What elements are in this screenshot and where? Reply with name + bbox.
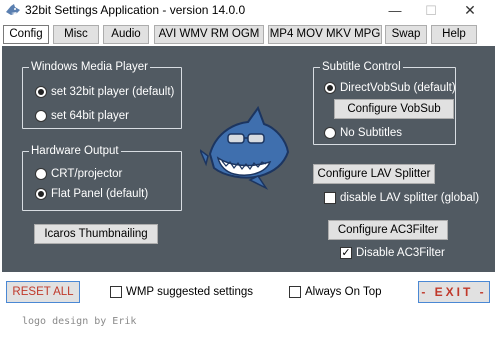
tab-config[interactable]: Config xyxy=(3,25,49,44)
disable-lav-splitter-box[interactable] xyxy=(324,192,336,204)
disable-lav-splitter-checkbox[interactable]: disable LAV splitter (global) xyxy=(324,190,479,206)
tab-avi-wmv-rm-ogm[interactable]: AVI WMV RM OGM xyxy=(154,25,264,44)
minimize-button[interactable]: — xyxy=(378,0,412,22)
tab-misc[interactable]: Misc xyxy=(53,25,99,44)
radio-crt-indicator[interactable] xyxy=(35,168,47,180)
radio-64bit-label: set 64bit player xyxy=(51,110,129,122)
radio-64bit-player[interactable]: set 64bit player xyxy=(35,108,129,124)
tab-mp4-mov-mkv-mpg[interactable]: MP4 MOV MKV MPG xyxy=(268,25,382,44)
radio-flat-panel-label: Flat Panel (default) xyxy=(51,188,149,200)
close-button[interactable]: ✕ xyxy=(453,0,487,22)
radio-crt-projector[interactable]: CRT/projector xyxy=(35,166,122,182)
subtitle-control-group: Subtitle Control DirectVobSub (default) … xyxy=(313,60,456,145)
reset-all-button[interactable]: RESET ALL xyxy=(6,281,80,303)
hardware-output-legend: Hardware Output xyxy=(29,144,121,158)
tab-strip: Config Misc Audio AVI WMV RM OGM MP4 MOV… xyxy=(0,22,497,46)
tab-swap[interactable]: Swap xyxy=(385,25,427,44)
shark-app-icon xyxy=(6,4,20,15)
always-on-top-label: Always On Top xyxy=(305,286,382,298)
radio-no-subtitles-indicator[interactable] xyxy=(324,127,336,139)
tab-audio[interactable]: Audio xyxy=(103,25,149,44)
radio-directvobsub[interactable]: DirectVobSub (default) xyxy=(324,80,456,96)
disable-ac3filter-box[interactable]: ✓ xyxy=(340,247,352,259)
windows-media-player-legend: Windows Media Player xyxy=(29,60,150,74)
configure-vobsub-button[interactable]: Configure VobSub xyxy=(334,99,454,119)
always-on-top-box[interactable] xyxy=(289,286,301,298)
disable-ac3filter-checkbox[interactable]: ✓ Disable AC3Filter xyxy=(340,245,445,261)
configure-lav-splitter-button[interactable]: Configure LAV Splitter xyxy=(313,164,435,184)
configure-ac3filter-button[interactable]: Configure AC3Filter xyxy=(328,220,448,240)
radio-32bit-label: set 32bit player (default) xyxy=(51,86,175,98)
icaros-thumbnailing-button[interactable]: Icaros Thumbnailing xyxy=(34,224,158,244)
radio-no-subtitles[interactable]: No Subtitles xyxy=(324,125,402,141)
tab-help[interactable]: Help xyxy=(431,25,477,44)
radio-32bit-indicator[interactable] xyxy=(35,86,47,98)
subtitle-control-legend: Subtitle Control xyxy=(320,60,403,74)
radio-no-subtitles-label: No Subtitles xyxy=(340,127,403,139)
logo-credit: logo design by Erik xyxy=(22,316,137,327)
config-panel: Windows Media Player set 32bit player (d… xyxy=(2,46,495,272)
always-on-top-checkbox[interactable]: Always On Top xyxy=(289,284,382,300)
radio-directvobsub-label: DirectVobSub (default) xyxy=(340,82,456,94)
radio-directvobsub-indicator[interactable] xyxy=(324,82,336,94)
radio-flat-panel-indicator[interactable] xyxy=(35,188,47,200)
wmp-suggested-settings-box[interactable] xyxy=(110,286,122,298)
shark-mascot-logo xyxy=(200,106,290,190)
maximize-button[interactable]: ☐ xyxy=(414,0,448,22)
wmp-suggested-settings-label: WMP suggested settings xyxy=(126,286,253,298)
windows-media-player-group: Windows Media Player set 32bit player (d… xyxy=(22,60,182,129)
disable-lav-splitter-label: disable LAV splitter (global) xyxy=(340,192,480,204)
wmp-suggested-settings-checkbox[interactable]: WMP suggested settings xyxy=(110,284,253,300)
radio-crt-label: CRT/projector xyxy=(51,168,123,180)
title-bar: 32bit Settings Application - version 14.… xyxy=(0,0,497,22)
window-title: 32bit Settings Application - version 14.… xyxy=(25,3,246,17)
disable-ac3filter-label: Disable AC3Filter xyxy=(356,247,445,259)
exit-button[interactable]: - EXIT - xyxy=(418,281,490,303)
radio-flat-panel[interactable]: Flat Panel (default) xyxy=(35,186,148,202)
hardware-output-group: Hardware Output CRT/projector Flat Panel… xyxy=(22,144,182,211)
radio-64bit-indicator[interactable] xyxy=(35,110,47,122)
radio-32bit-player[interactable]: set 32bit player (default) xyxy=(35,84,174,100)
bottom-bar: RESET ALL WMP suggested settings Always … xyxy=(0,272,497,312)
